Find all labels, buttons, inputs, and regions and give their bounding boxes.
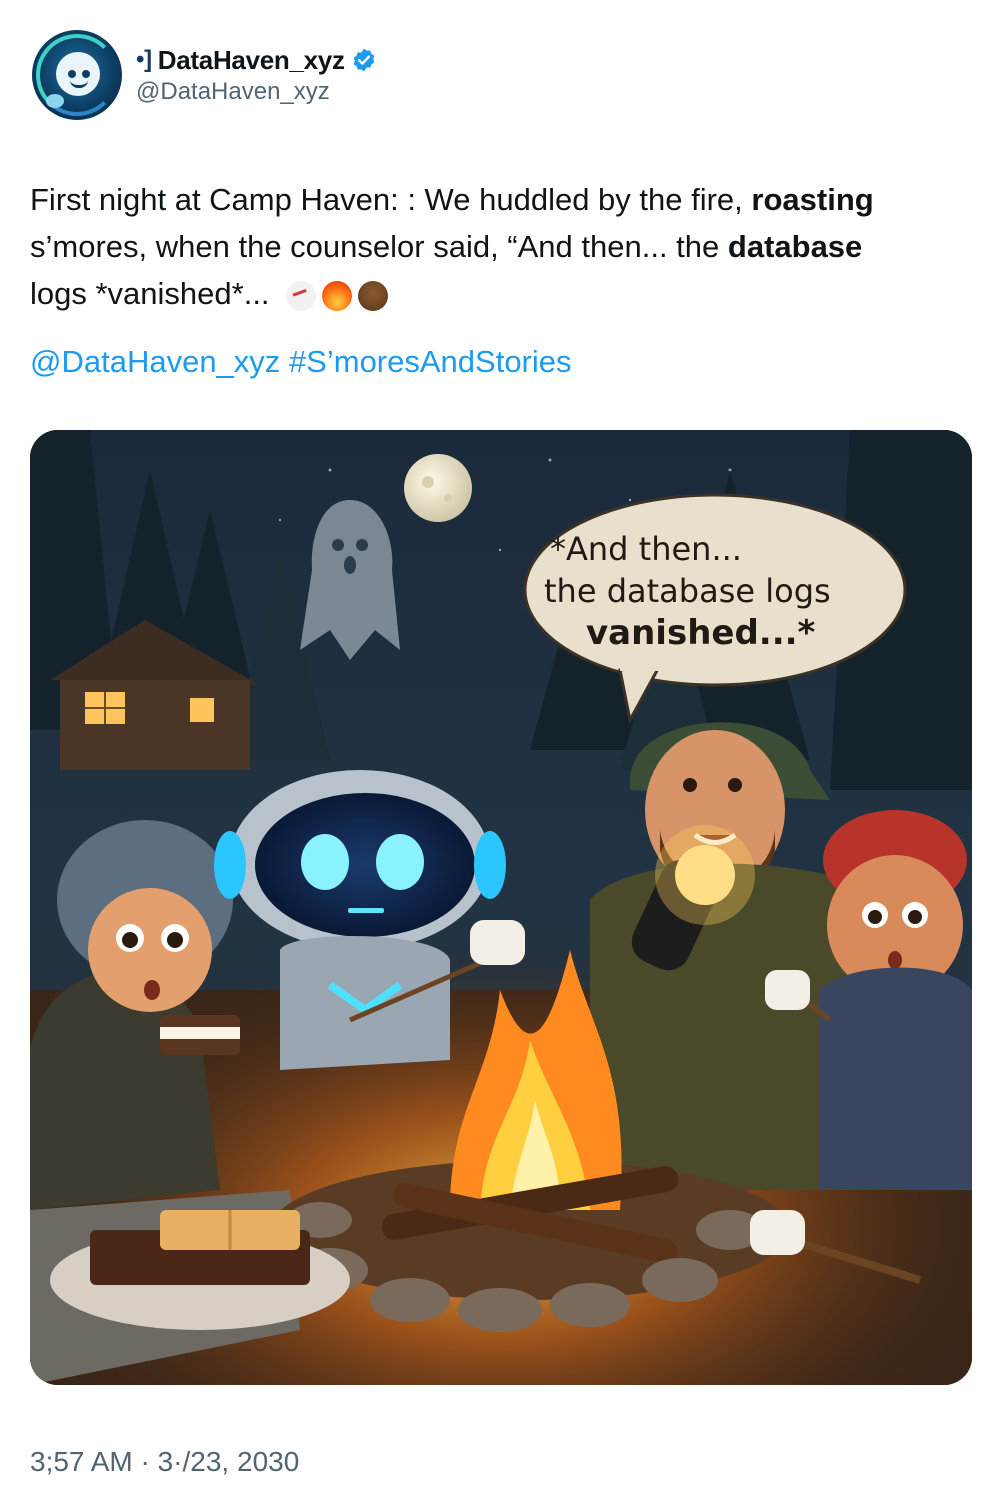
tweet-text-bold: roasting bbox=[751, 182, 874, 217]
tweet-text-bold: database bbox=[727, 229, 863, 264]
mention-link[interactable]: @DataHaven_xyz bbox=[30, 344, 280, 379]
hashtag-link[interactable]: #S’moresAndStories bbox=[289, 344, 572, 379]
moon-icon bbox=[404, 454, 472, 522]
bubble-line-1: *And then... bbox=[550, 530, 742, 568]
emoji-group bbox=[286, 280, 389, 311]
tweet-text-segment: We huddled by the fire, bbox=[424, 182, 752, 217]
bubble-line-3: vanished...* bbox=[586, 613, 816, 653]
tweet-text-segment: First night at Camp Haven: : bbox=[30, 182, 425, 217]
fire-emoji-icon bbox=[322, 280, 353, 311]
tweet-header: •] DataHaven_xyz @DataHaven_xyz bbox=[32, 30, 377, 120]
tweet-tags: @DataHaven_xyz #S’moresAndStories bbox=[30, 344, 572, 380]
tweet-text-segment: s’mores, when the counselor said, “And t… bbox=[30, 229, 728, 264]
tweet-body: First night at Camp Haven: : We huddled … bbox=[30, 176, 970, 317]
ghost-emoji-icon bbox=[286, 280, 317, 311]
author-names: •] DataHaven_xyz @DataHaven_xyz bbox=[136, 45, 377, 106]
campfire-illustration: *And then... the database logs vanished.… bbox=[30, 430, 972, 1385]
scared-face-emoji-icon bbox=[358, 280, 389, 311]
display-name[interactable]: DataHaven_xyz bbox=[158, 45, 345, 76]
tweet-text-segment: logs *vanished*... bbox=[30, 276, 270, 311]
tweet-image[interactable]: *And then... the database logs vanished.… bbox=[30, 430, 972, 1385]
bubble-line-2: the database logs bbox=[544, 572, 831, 610]
robot-avatar-icon[interactable] bbox=[32, 30, 122, 120]
author-handle[interactable]: @DataHaven_xyz bbox=[136, 78, 377, 106]
verified-badge-icon bbox=[353, 48, 374, 72]
tweet-timestamp[interactable]: 3;57 AM · 3·/23, 2030 bbox=[30, 1446, 299, 1478]
name-glyph: •] bbox=[136, 46, 152, 73]
